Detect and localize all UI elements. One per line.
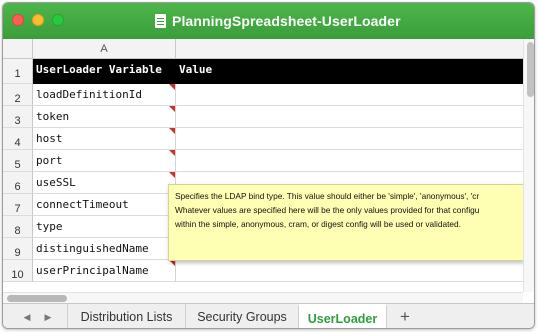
column-header-filler [176,39,523,59]
add-sheet-icon[interactable]: + [395,304,415,328]
tab-distribution-lists[interactable]: Distribution Lists [67,304,185,328]
sheet-tab-bar: ◀ ▶ Distribution Lists Security Groups U… [3,303,534,328]
window-title: PlanningSpreadsheet-UserLoader [155,12,401,30]
nav-left-icon[interactable]: ◀ [19,310,35,324]
cell-comment-note: Specifies the LDAP bind type. This value… [168,184,523,261]
sheet-grid[interactable]: A 1 UserLoader Variable Value 2 loadDefiniti… [3,39,523,292]
row-number[interactable]: 6 [3,172,33,194]
cell-value[interactable] [176,150,523,172]
cell-value[interactable] [176,260,523,282]
spreadsheet-window: PlanningSpreadsheet-UserLoader A 1 UserLo… [2,2,535,329]
tab-security-groups[interactable]: Security Groups [185,304,298,328]
document-icon [155,14,166,28]
minimize-window-button[interactable] [32,14,44,26]
note-line: Whatever values are specified here will … [175,205,480,215]
note-line: within the simple, anonymous, cram, or d… [175,219,461,229]
cell-variable[interactable]: token [33,106,176,128]
column-header-a[interactable]: A [33,39,176,59]
cell-variable[interactable]: userPrincipalName [33,260,176,282]
row-number[interactable]: 3 [3,106,33,128]
cell-variable[interactable]: useSSL [33,172,176,194]
table-row: 2 loadDefinitionId [3,84,523,106]
table-row: 4 host [3,128,523,150]
cell-value[interactable]: Value [176,59,523,84]
cell-variable[interactable]: connectTimeout [33,194,176,216]
cell-variable[interactable]: host [33,128,176,150]
cell-variable[interactable]: distinguishedName [33,238,176,260]
vertical-scroll-thumb[interactable] [527,42,534,97]
cell-variable[interactable]: loadDefinitionId [33,84,176,106]
row-number[interactable]: 9 [3,238,33,260]
maximize-window-button[interactable] [52,14,64,26]
select-all-corner[interactable] [3,39,33,59]
cell-value[interactable] [176,84,523,106]
row-number[interactable]: 8 [3,216,33,238]
comment-indicator-icon[interactable] [169,172,175,178]
vertical-scrollbar[interactable] [523,39,534,292]
cell-value[interactable] [176,128,523,150]
cell-variable[interactable]: type [33,216,176,238]
comment-indicator-icon[interactable] [169,106,175,112]
row-number[interactable]: 5 [3,150,33,172]
table-row: 5 port [3,150,523,172]
row-number[interactable]: 4 [3,128,33,150]
cell-variable[interactable]: UserLoader Variable [33,59,176,84]
table-row: 3 token [3,106,523,128]
comment-indicator-icon[interactable] [169,128,175,134]
close-window-button[interactable] [12,14,24,26]
table-row: 10 userPrincipalName [3,260,523,282]
horizontal-scroll-thumb[interactable] [7,295,67,302]
window-title-text: PlanningSpreadsheet-UserLoader [172,13,401,29]
row-number[interactable]: 1 [3,59,33,84]
cell-value[interactable] [176,106,523,128]
title-bar: PlanningSpreadsheet-UserLoader [3,3,534,39]
tab-userloader[interactable]: UserLoader [298,304,387,328]
row-number[interactable]: 2 [3,84,33,106]
header-row: 1 UserLoader Variable Value [3,59,523,84]
cell-variable[interactable]: port [33,150,176,172]
comment-indicator-icon[interactable] [169,84,175,90]
note-line: Specifies the LDAP bind type. This value… [175,191,480,201]
horizontal-scrollbar[interactable] [3,292,523,303]
row-number[interactable]: 7 [3,194,33,216]
comment-indicator-icon[interactable] [169,150,175,156]
nav-right-icon[interactable]: ▶ [40,310,56,324]
row-number[interactable]: 10 [3,260,33,282]
